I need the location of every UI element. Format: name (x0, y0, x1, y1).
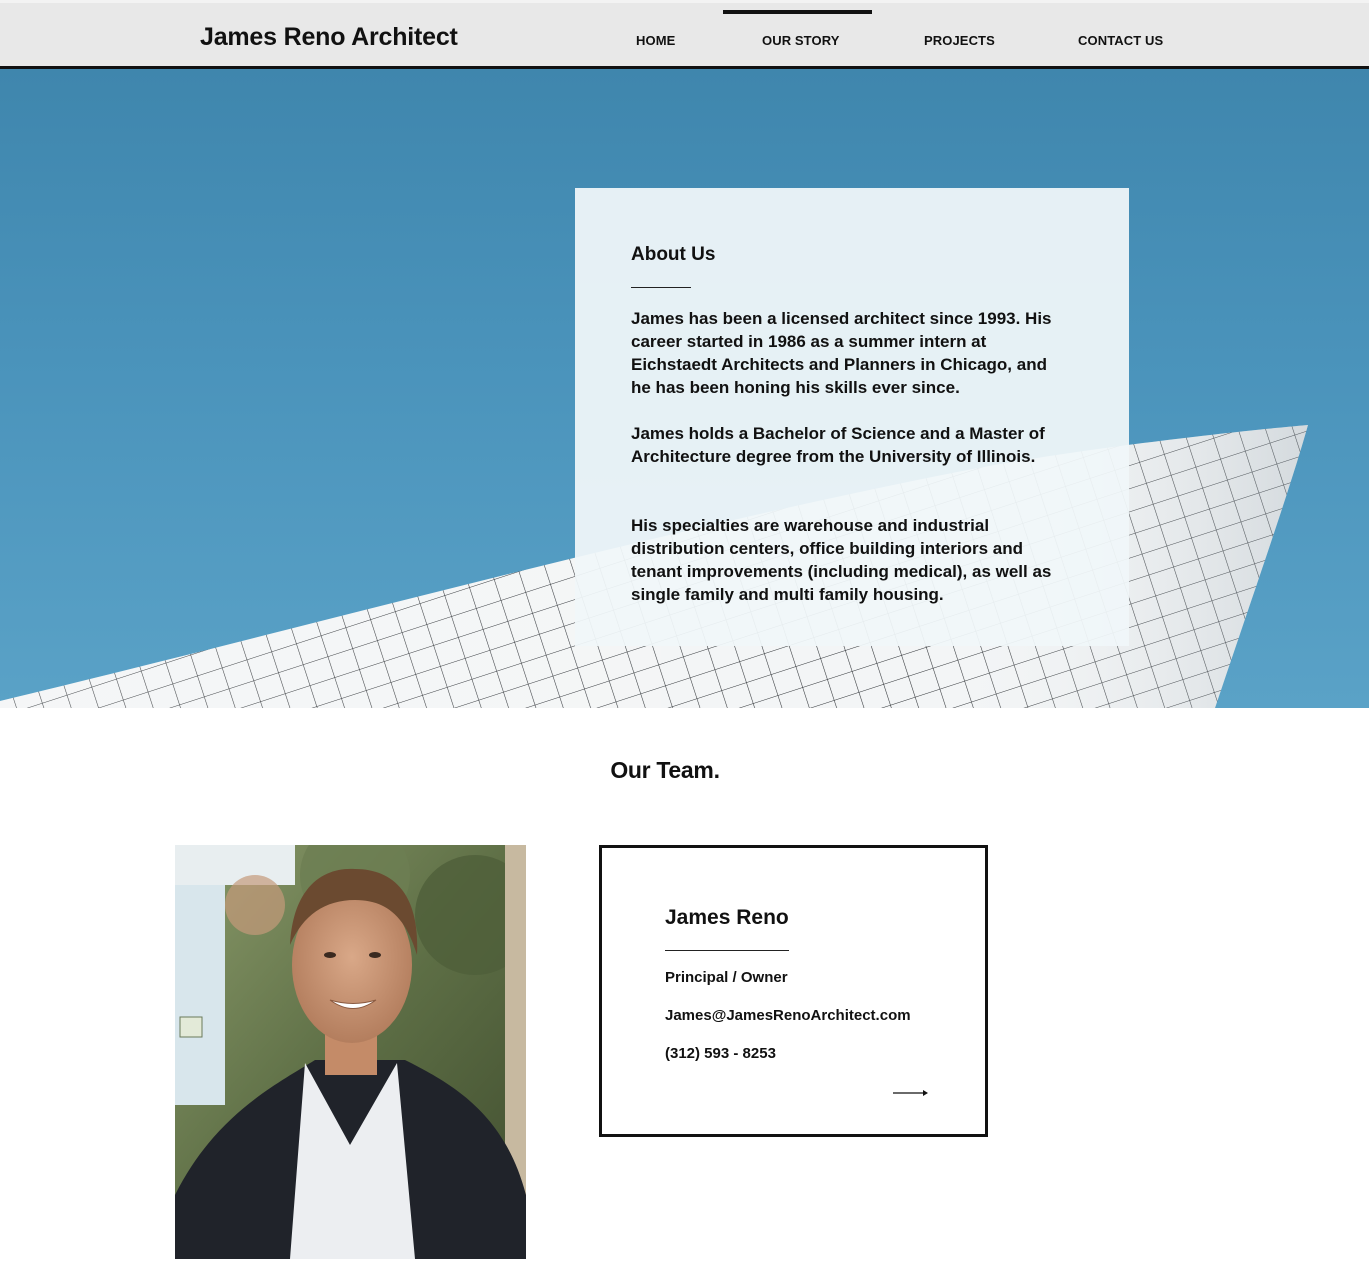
member-role: Principal / Owner (665, 969, 788, 986)
main-nav: HOME OUR STORY PROJECTS CONTACT US (0, 3, 1369, 69)
site-header: James Reno Architect HOME OUR STORY PROJ… (0, 0, 1369, 66)
nav-our-story[interactable]: OUR STORY (762, 33, 839, 48)
about-divider (631, 287, 691, 288)
about-paragraph-specialties: His specialties are warehouse and indust… (631, 516, 1052, 604)
nav-contact-us[interactable]: CONTACT US (1078, 33, 1163, 48)
team-member-photo (175, 845, 526, 1259)
member-name: James Reno (665, 906, 789, 929)
nav-projects[interactable]: PROJECTS (924, 33, 995, 48)
team-heading: Our Team. (610, 757, 720, 783)
nav-active-indicator (723, 10, 872, 14)
about-paragraph-career: James has been a licensed architect sinc… (631, 309, 1052, 397)
portrait-image (175, 845, 526, 1259)
nav-home[interactable]: HOME (636, 33, 675, 48)
about-card: About Us James has been a licensed archi… (575, 188, 1129, 646)
member-divider (665, 950, 789, 951)
team-member-card: James Reno Principal / Owner James@James… (599, 845, 988, 1137)
member-phone: (312) 593 - 8253 (665, 1045, 776, 1062)
about-paragraph-education: James holds a Bachelor of Science and a … (631, 424, 1045, 466)
arrow-right-icon[interactable] (893, 1088, 929, 1098)
page: James Reno Architect HOME OUR STORY PROJ… (0, 0, 1369, 1272)
hero-section: About Us James has been a licensed archi… (0, 69, 1369, 708)
member-email-link[interactable]: James@JamesRenoArchitect.com (665, 1007, 911, 1024)
about-title: About Us (631, 244, 716, 265)
